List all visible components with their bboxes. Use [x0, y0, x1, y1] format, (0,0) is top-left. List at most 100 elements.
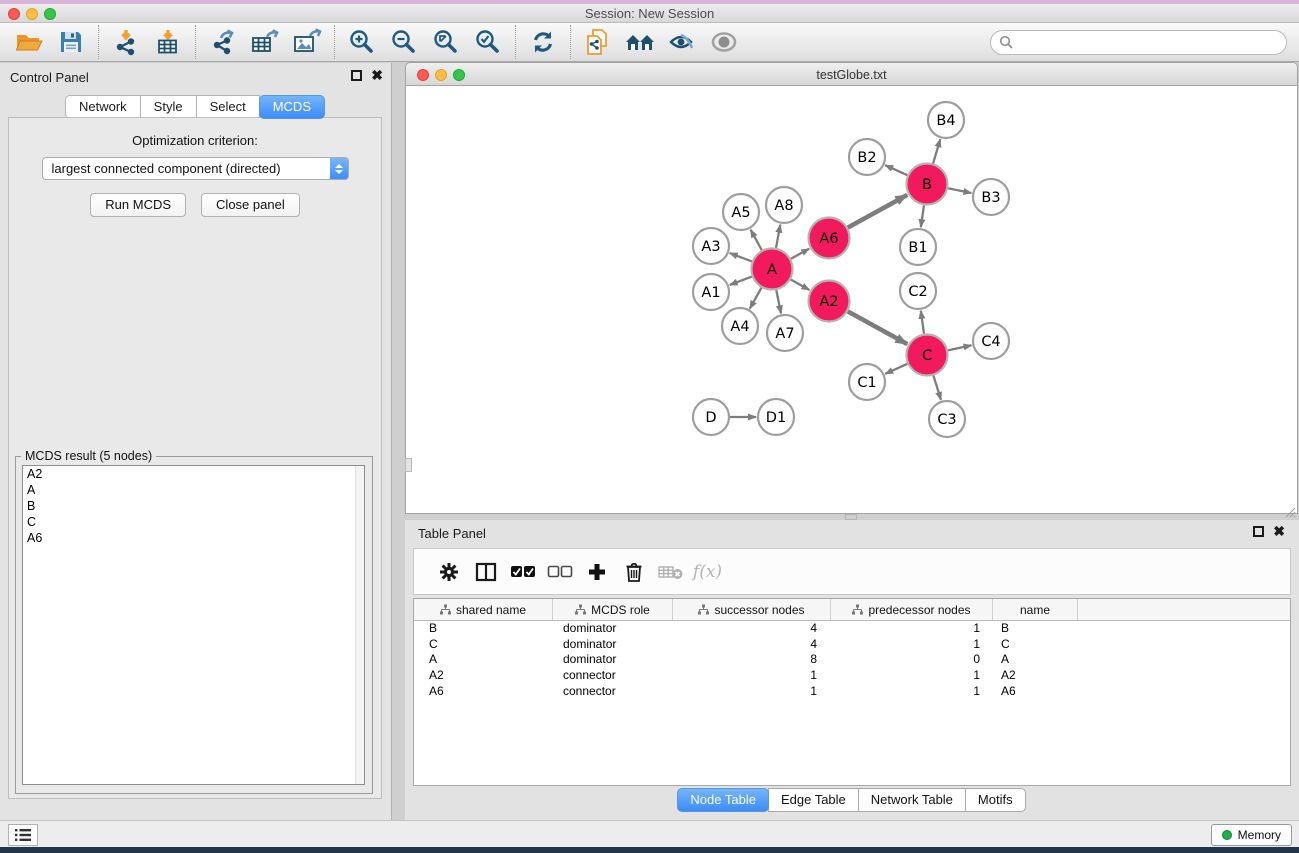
list-item[interactable]: A2	[23, 466, 364, 482]
column-header-predecessor-nodes[interactable]: predecessor nodes	[831, 599, 993, 620]
table-cell[interactable]: B	[414, 621, 553, 637]
split-view-button[interactable]	[467, 562, 504, 582]
graph-edge-A2-C[interactable]	[848, 311, 908, 344]
graph-node-B3[interactable]: B3	[973, 179, 1009, 215]
table-cell[interactable]: C	[993, 637, 1078, 653]
graph-edge-A-A7[interactable]	[776, 290, 781, 313]
table-cell[interactable]: C	[414, 637, 553, 653]
task-history-button[interactable]	[8, 824, 38, 846]
table-row[interactable]: Adominator80A	[414, 652, 1290, 668]
memory-button[interactable]: Memory	[1211, 824, 1292, 846]
export-image-button[interactable]	[286, 25, 328, 59]
graph-node-A1[interactable]: A1	[693, 274, 729, 310]
graph-edge-B-B4[interactable]	[933, 139, 940, 163]
table-cell[interactable]: A6	[414, 684, 553, 700]
resize-handle-icon[interactable]	[1284, 506, 1296, 518]
table-cell[interactable]: 4	[673, 621, 831, 637]
column-header-MCDS-role[interactable]: MCDS role	[553, 599, 673, 620]
network-graph[interactable]: B4B2BB3A5A8A6B1A3AA1C2A2A4A7CC4C1C3DD1	[406, 86, 1297, 512]
graph-node-C1[interactable]: C1	[849, 364, 885, 400]
graph-edge-A6-B[interactable]	[848, 195, 908, 228]
graph-node-B1[interactable]: B1	[900, 229, 936, 265]
table-cell[interactable]: 1	[831, 684, 993, 700]
network-from-file-button[interactable]	[577, 25, 619, 59]
tab-mcds[interactable]: MCDS	[259, 95, 325, 119]
export-network-button[interactable]	[202, 25, 244, 59]
graph-node-B[interactable]: B	[907, 164, 948, 205]
table-row[interactable]: Cdominator41C	[414, 637, 1290, 653]
graph-edge-A-A6[interactable]	[791, 249, 809, 259]
graph-edge-A-A4[interactable]	[750, 288, 762, 309]
table-cell[interactable]: 1	[831, 621, 993, 637]
graph-node-A8[interactable]: A8	[766, 187, 802, 223]
graph-edge-B-B2[interactable]	[885, 165, 907, 175]
table-cell[interactable]: dominator	[553, 621, 673, 637]
zoom-selected-button[interactable]	[467, 25, 509, 59]
graph-node-A6[interactable]: A6	[809, 218, 850, 259]
table-cell[interactable]: A6	[993, 684, 1078, 700]
list-item[interactable]: A6	[23, 530, 364, 546]
list-scrollbar[interactable]	[355, 466, 364, 784]
style-preview-button[interactable]	[661, 25, 703, 59]
close-panel-button[interactable]: Close panel	[201, 193, 300, 217]
mcds-result-list[interactable]: A2ABCA6	[22, 465, 365, 785]
table-cell[interactable]: 1	[831, 637, 993, 653]
graph-node-B2[interactable]: B2	[849, 139, 885, 175]
column-header-shared-name[interactable]: shared name	[414, 599, 553, 620]
zoom-fit-button[interactable]	[425, 25, 467, 59]
tab-style[interactable]: Style	[140, 95, 197, 119]
table-row[interactable]: A2connector11A2	[414, 668, 1290, 684]
graph-node-B4[interactable]: B4	[928, 102, 964, 138]
graph-node-C3[interactable]: C3	[929, 401, 965, 437]
graph-edge-C-C3[interactable]	[933, 376, 941, 400]
table-cell[interactable]: 1	[831, 668, 993, 684]
table-cell[interactable]: 8	[673, 652, 831, 668]
close-panel-icon[interactable]: ✖	[371, 70, 383, 81]
node-table[interactable]: shared nameMCDS rolesuccessor nodesprede…	[413, 598, 1291, 786]
graph-node-D1[interactable]: D1	[758, 399, 794, 435]
graph-edge-B-B3[interactable]	[948, 188, 971, 193]
graph-node-C2[interactable]: C2	[900, 273, 936, 309]
home-button[interactable]	[619, 25, 661, 59]
table-settings-button[interactable]	[430, 561, 467, 583]
add-column-button[interactable]	[578, 562, 615, 582]
graph-node-A5[interactable]: A5	[723, 194, 759, 230]
graph-edge-A-A5[interactable]	[751, 230, 762, 251]
import-network-button[interactable]	[105, 25, 147, 59]
tab-select[interactable]: Select	[196, 95, 260, 119]
table-cell[interactable]: connector	[553, 684, 673, 700]
graph-edge-C-C4[interactable]	[948, 345, 972, 350]
graph-node-A[interactable]: A	[752, 249, 793, 290]
column-header-name[interactable]: name	[993, 599, 1078, 620]
column-header-successor-nodes[interactable]: successor nodes	[673, 599, 831, 620]
zoom-in-button[interactable]	[341, 25, 383, 59]
close-table-panel-icon[interactable]: ✖	[1273, 526, 1285, 537]
table-cell[interactable]: 4	[673, 637, 831, 653]
table-cell[interactable]: connector	[553, 668, 673, 684]
graph-edge-A-A2[interactable]	[791, 280, 810, 291]
search-field[interactable]	[990, 30, 1287, 55]
network-vertical-scrollbar[interactable]	[405, 458, 412, 472]
criterion-dropdown[interactable]: largest connected component (directed)	[42, 157, 349, 180]
graph-node-A3[interactable]: A3	[693, 228, 729, 264]
table-cell[interactable]: B	[993, 621, 1078, 637]
graph-node-C4[interactable]: C4	[973, 323, 1009, 359]
graph-edge-A-A8[interactable]	[776, 225, 780, 248]
list-item[interactable]: A	[23, 482, 364, 498]
delete-table-button[interactable]	[652, 563, 689, 581]
export-table-button[interactable]	[244, 25, 286, 59]
graph-node-A7[interactable]: A7	[767, 315, 803, 351]
float-table-panel-icon[interactable]	[1253, 526, 1264, 537]
network-window-titlebar[interactable]: testGlobe.txt	[405, 62, 1298, 86]
search-input[interactable]	[1018, 35, 1278, 49]
graph-edge-A-A3[interactable]	[730, 253, 752, 261]
tab-network-table[interactable]: Network Table	[858, 788, 966, 812]
run-mcds-button[interactable]: Run MCDS	[90, 193, 186, 217]
open-session-button[interactable]	[8, 25, 50, 59]
save-session-button[interactable]	[50, 25, 92, 59]
table-row[interactable]: Bdominator41B	[414, 621, 1290, 637]
delete-column-button[interactable]	[615, 561, 652, 583]
table-cell[interactable]: A	[993, 652, 1078, 668]
table-cell[interactable]: dominator	[553, 637, 673, 653]
table-cell[interactable]: 1	[673, 668, 831, 684]
